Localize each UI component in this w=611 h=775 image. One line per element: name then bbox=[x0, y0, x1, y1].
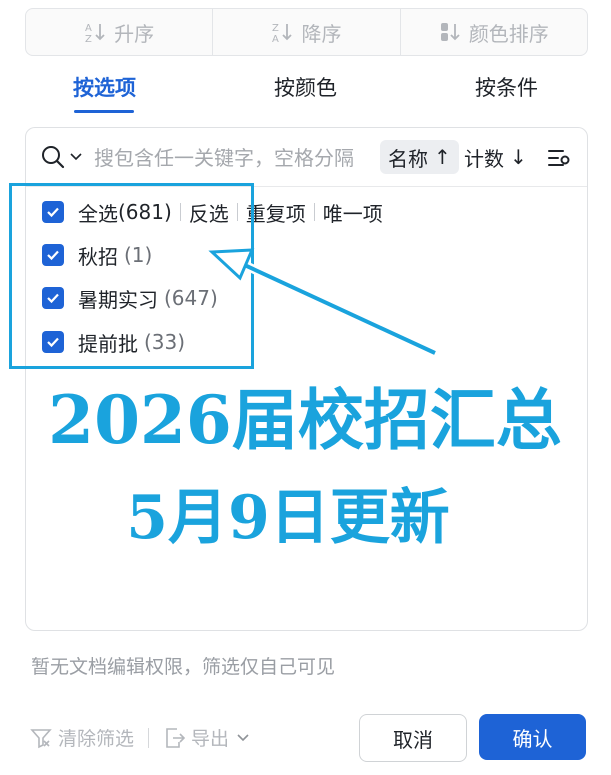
sort-by-name-label: 名称 bbox=[388, 146, 428, 171]
sort-desc-button[interactable]: ZA 降序 bbox=[213, 9, 401, 55]
annotation-banner: 2026届校招汇总 5月9日更新 bbox=[47, 380, 564, 555]
active-tab-indicator bbox=[74, 110, 134, 113]
color-sort-icon bbox=[440, 23, 460, 41]
svg-text:A: A bbox=[272, 34, 279, 43]
sort-desc-label: 降序 bbox=[301, 21, 342, 46]
color-sort-button[interactable]: 颜色排序 bbox=[401, 9, 587, 55]
sort-asc-button[interactable]: AZ 升序 bbox=[26, 9, 214, 55]
arrow-up-icon: ↑ bbox=[434, 145, 451, 169]
list-settings-icon[interactable] bbox=[547, 146, 571, 170]
sort-by-count-label: 计数 bbox=[464, 146, 504, 171]
confirm-button[interactable]: 确认 bbox=[479, 714, 586, 760]
permission-note: 暂无文档编辑权限，筛选仅自己可见 bbox=[31, 656, 336, 678]
sort-by-count-button[interactable]: 计数 ↓ bbox=[464, 140, 527, 174]
search-icon[interactable] bbox=[40, 144, 66, 170]
chevron-down-icon[interactable] bbox=[237, 733, 249, 742]
clear-filter-icon bbox=[30, 728, 52, 748]
unique-link[interactable]: 唯一项 bbox=[323, 198, 383, 227]
sort-asc-icon: AZ bbox=[85, 23, 105, 43]
sort-segmented-control: AZ 升序 ZA 降序 颜色排序 bbox=[25, 8, 588, 56]
search-row: 名称 ↑ 计数 ↓ bbox=[26, 128, 587, 187]
clear-filter-button[interactable]: 清除筛选 bbox=[58, 724, 134, 751]
duplicates-link[interactable]: 重复项 bbox=[246, 198, 306, 227]
export-icon bbox=[166, 727, 186, 748]
color-sort-label: 颜色排序 bbox=[468, 21, 549, 46]
tab-by-color[interactable]: 按颜色 bbox=[274, 72, 337, 102]
divider bbox=[148, 727, 150, 748]
chevron-down-icon[interactable] bbox=[70, 153, 82, 161]
arrow-down-icon: ↓ bbox=[510, 145, 527, 169]
export-button[interactable]: 导出 bbox=[191, 724, 229, 751]
svg-text:A: A bbox=[85, 23, 92, 34]
banner-title: 2026届校招汇总 bbox=[48, 381, 562, 459]
search-input[interactable] bbox=[94, 143, 380, 173]
svg-text:Z: Z bbox=[272, 23, 279, 34]
sort-desc-icon: ZA bbox=[272, 23, 293, 43]
sort-by-name-button[interactable]: 名称 ↑ bbox=[380, 140, 459, 174]
tab-by-condition[interactable]: 按条件 bbox=[475, 72, 538, 102]
tab-by-option[interactable]: 按选项 bbox=[73, 72, 136, 102]
divider bbox=[313, 203, 315, 221]
annotation-arrow bbox=[208, 248, 437, 358]
sort-asc-label: 升序 bbox=[114, 21, 155, 46]
banner-subtitle: 5月9日更新 bbox=[126, 483, 450, 553]
filter-tabs: 按选项 按颜色 按条件 bbox=[0, 72, 611, 116]
cancel-button[interactable]: 取消 bbox=[359, 714, 467, 762]
svg-text:Z: Z bbox=[85, 34, 92, 43]
footer-actions: 清除筛选 导出 bbox=[30, 724, 255, 751]
